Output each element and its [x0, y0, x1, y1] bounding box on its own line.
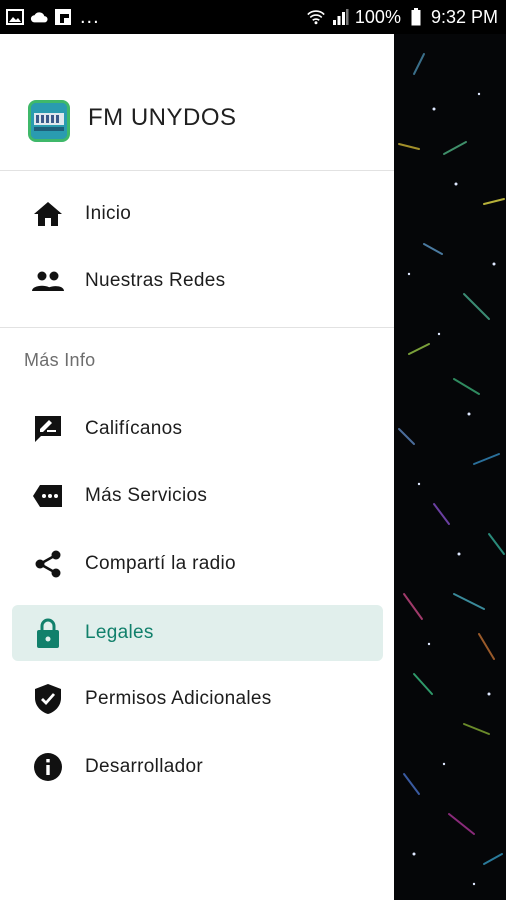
menu-item-comparti-la-radio[interactable]: Compartí la radio: [12, 536, 383, 592]
app-logo: [28, 100, 70, 142]
menu-item-label: Nuestras Redes: [85, 270, 226, 291]
menu-item-inicio[interactable]: Inicio: [12, 186, 383, 242]
menu-item-label: Califícanos: [85, 418, 183, 439]
home-icon: [32, 198, 64, 230]
section-divider: [0, 327, 394, 328]
wifi-icon: [307, 8, 325, 26]
drawer-header: FM UNYDOS: [0, 34, 394, 171]
people-icon: [32, 265, 64, 297]
section-title: Más Info: [24, 350, 96, 370]
status-right: 100% 9:32 PM: [307, 7, 498, 28]
label-tag-icon: [32, 480, 64, 512]
navigation-drawer: FM UNYDOS Inicio Nuestras Redes Más Info…: [0, 34, 394, 900]
battery-icon: [407, 8, 425, 26]
app-title: FM UNYDOS: [88, 104, 237, 131]
clock: 9:32 PM: [430, 6, 498, 27]
image-notification-icon: [6, 8, 24, 26]
menu-item-calificanos[interactable]: Califícanos: [12, 401, 383, 457]
battery-percent: 100%: [354, 6, 401, 27]
menu-item-label: Desarrollador: [85, 756, 203, 777]
share-icon: [32, 548, 64, 580]
menu-item-label: Legales: [85, 622, 154, 643]
menu-item-legales[interactable]: Legales: [12, 605, 383, 661]
cloud-icon: [30, 8, 48, 26]
menu-item-label: Compartí la radio: [85, 553, 236, 574]
starfield-graphic: [398, 53, 505, 886]
status-left: ...: [6, 6, 100, 29]
flipboard-icon: [54, 8, 72, 26]
rate-review-icon: [32, 413, 64, 445]
menu-item-desarrollador[interactable]: Desarrollador: [12, 739, 383, 795]
info-icon: [32, 751, 64, 783]
menu-item-label: Permisos Adicionales: [85, 688, 272, 709]
menu-item-nuestras-redes[interactable]: Nuestras Redes: [12, 253, 383, 309]
lock-icon: [32, 617, 64, 649]
menu-item-mas-servicios[interactable]: Más Servicios: [12, 468, 383, 524]
status-bar: ... 100% 9:32 PM: [0, 0, 506, 34]
backdrop-starfield[interactable]: [394, 34, 506, 900]
cell-signal-icon: [331, 8, 349, 26]
more-notifications-indicator: ...: [80, 5, 100, 28]
menu-item-label: Inicio: [85, 203, 132, 224]
menu-item-label: Más Servicios: [85, 485, 208, 506]
verified-shield-icon: [32, 683, 64, 715]
menu-item-permisos-adicionales[interactable]: Permisos Adicionales: [12, 671, 383, 727]
